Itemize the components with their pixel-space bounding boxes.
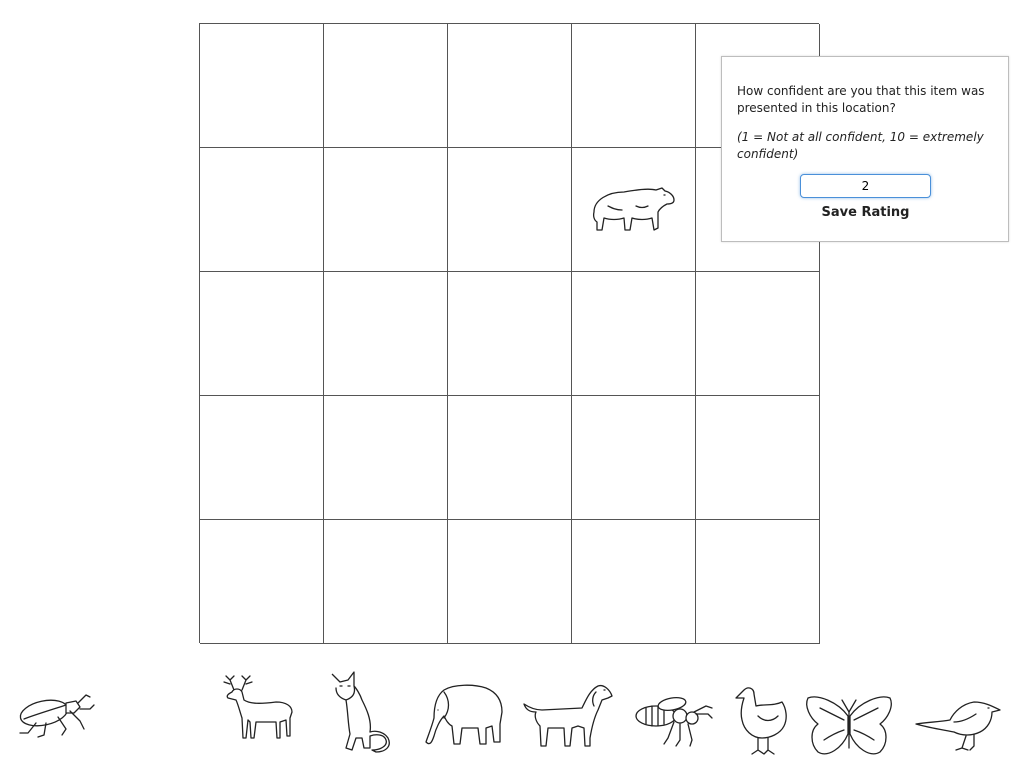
dog-icon	[523, 684, 613, 747]
butterfly-icon	[806, 696, 892, 755]
grid-cell-r5-c1[interactable]	[200, 520, 324, 644]
confidence-scale-hint: (1 = Not at all confident, 10 = extremel…	[737, 130, 984, 161]
tray-item-bird[interactable]	[914, 696, 1006, 754]
tray-item-elephant[interactable]	[420, 680, 506, 750]
elephant-icon	[425, 684, 503, 745]
grid-cell-r3-c2[interactable]	[324, 272, 448, 396]
grid-cell-r1-c4[interactable]	[572, 24, 696, 148]
deer-icon	[223, 675, 293, 739]
grid-cell-r4-c1[interactable]	[200, 396, 324, 520]
tray-item-beetle[interactable]	[14, 683, 96, 739]
tray-item-cat[interactable]	[326, 668, 392, 754]
grid-cell-r5-c3[interactable]	[448, 520, 572, 644]
grid-cell-r1-c3[interactable]	[448, 24, 572, 148]
tray-item-dog[interactable]	[520, 682, 616, 750]
bear-icon[interactable]	[588, 182, 680, 238]
chicken-icon	[735, 687, 787, 755]
tray-item-deer[interactable]	[220, 672, 300, 744]
tray-item-bee[interactable]	[632, 694, 714, 750]
tray-item-chicken[interactable]	[730, 684, 792, 758]
grid-cell-r4-c3[interactable]	[448, 396, 572, 520]
grid-cell-r5-c2[interactable]	[324, 520, 448, 644]
grid-cell-r1-c1[interactable]	[200, 24, 324, 148]
grid-cell-r2-c3[interactable]	[448, 148, 572, 272]
grid-cell-r3-c1[interactable]	[200, 272, 324, 396]
grid-cell-r5-c5[interactable]	[696, 520, 820, 644]
confidence-question: How confident are you that this item was…	[737, 84, 985, 115]
grid-cell-r4-c4[interactable]	[572, 396, 696, 520]
grid-cell-r4-c5[interactable]	[696, 396, 820, 520]
confidence-rating-input[interactable]	[800, 174, 931, 198]
grid-cell-r3-c4[interactable]	[572, 272, 696, 396]
bee-icon	[635, 696, 713, 747]
save-rating-button[interactable]: Save Rating	[800, 205, 931, 220]
cat-icon	[331, 671, 390, 753]
grid-cell-r3-c3[interactable]	[448, 272, 572, 396]
tray-item-butterfly[interactable]	[802, 692, 896, 762]
grid-cell-r4-c2[interactable]	[324, 396, 448, 520]
confidence-rating-popup: How confident are you that this item was…	[721, 56, 1009, 242]
grid-cell-r2-c1[interactable]	[200, 148, 324, 272]
grid-cell-r2-c2[interactable]	[324, 148, 448, 272]
grid-cell-r3-c5[interactable]	[696, 272, 820, 396]
grid-cell-r2-c4[interactable]	[572, 148, 696, 272]
bird-icon	[915, 701, 1001, 751]
grid-cell-r1-c2[interactable]	[324, 24, 448, 148]
beetle-icon	[19, 694, 95, 738]
grid-cell-r5-c4[interactable]	[572, 520, 696, 644]
